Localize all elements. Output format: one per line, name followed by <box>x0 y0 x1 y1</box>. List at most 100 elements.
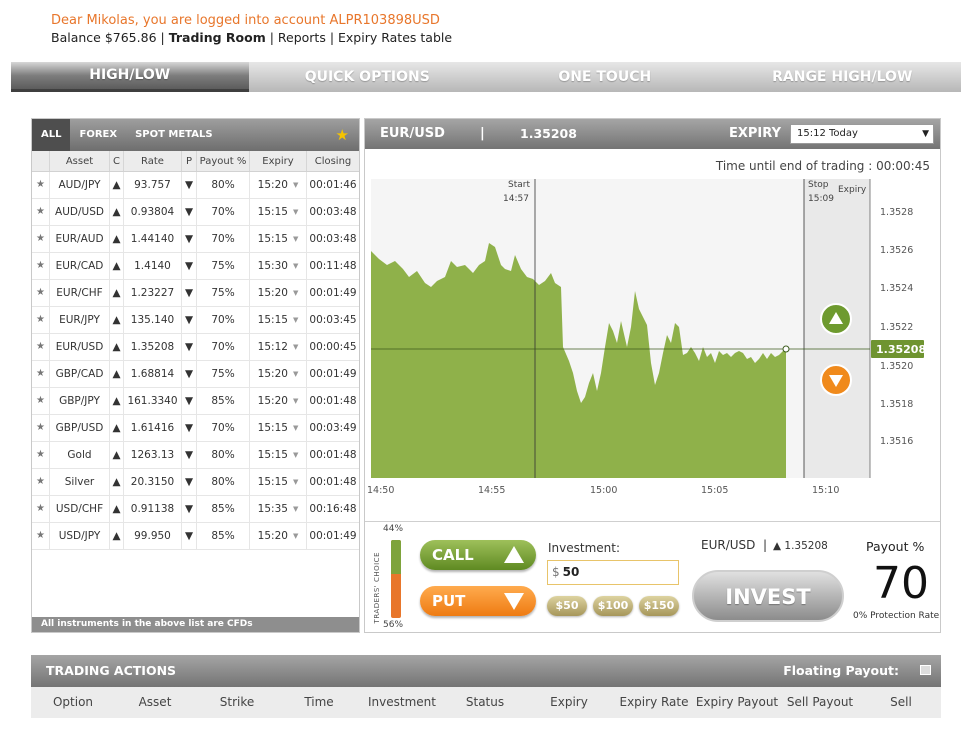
put-arrow-icon[interactable]: ▼ <box>182 253 197 279</box>
call-button[interactable]: CALL <box>420 540 536 570</box>
asset-tab-all[interactable]: ALL <box>32 119 71 151</box>
put-arrow-icon[interactable]: ▼ <box>182 496 197 522</box>
table-row[interactable]: ★ GBP/JPY ▲ 161.3340 ▼ 85% 15:20 ▼ 00:01:48 <box>32 388 359 415</box>
investment-input[interactable]: $50 <box>547 560 679 585</box>
star-icon[interactable]: ★ <box>32 388 50 414</box>
chart-call-button[interactable] <box>820 303 852 335</box>
table-row[interactable]: ★ GBP/CAD ▲ 1.68814 ▼ 75% 15:20 ▼ 00:01:49 <box>32 361 359 388</box>
asset-expiry-select[interactable]: 15:15 ▼ <box>250 307 307 333</box>
call-arrow-icon[interactable]: ▲ <box>110 253 124 279</box>
asset-expiry-select[interactable]: 15:20 ▼ <box>250 361 307 387</box>
put-arrow-icon[interactable]: ▼ <box>182 199 197 225</box>
table-row[interactable]: ★ GBP/USD ▲ 1.61416 ▼ 70% 15:15 ▼ 00:03:49 <box>32 415 359 442</box>
call-arrow-icon[interactable]: ▲ <box>110 523 124 549</box>
put-arrow-icon[interactable]: ▼ <box>182 442 197 468</box>
asset-expiry-select[interactable]: 15:15 ▼ <box>250 199 307 225</box>
table-row[interactable]: ★ EUR/JPY ▲ 135.140 ▼ 70% 15:15 ▼ 00:03:45 <box>32 307 359 334</box>
tab-range-high-low[interactable]: RANGE HIGH/LOW <box>724 62 962 92</box>
asset-expiry-select[interactable]: 15:12 ▼ <box>250 334 307 360</box>
star-icon[interactable]: ★ <box>32 307 50 333</box>
asset-expiry-select[interactable]: 15:35 ▼ <box>250 496 307 522</box>
asset-payout: 70% <box>197 415 250 441</box>
quick-amount-100[interactable]: $100 <box>593 596 633 616</box>
put-arrow-icon[interactable]: ▼ <box>182 307 197 333</box>
quick-amount-50[interactable]: $50 <box>547 596 587 616</box>
asset-tab-forex[interactable]: FOREX <box>70 119 126 151</box>
tab-high-low[interactable]: HIGH/LOW <box>11 62 249 92</box>
table-row[interactable]: ★ EUR/CAD ▲ 1.4140 ▼ 75% 15:30 ▼ 00:11:48 <box>32 253 359 280</box>
y-tick: 1.3524 <box>880 283 913 294</box>
table-row[interactable]: ★ USD/JPY ▲ 99.950 ▼ 85% 15:20 ▼ 00:01:49 <box>32 523 359 550</box>
asset-expiry-select[interactable]: 15:15 ▼ <box>250 442 307 468</box>
call-arrow-icon[interactable]: ▲ <box>110 280 124 306</box>
star-icon[interactable]: ★ <box>32 172 50 198</box>
call-arrow-icon[interactable]: ▲ <box>110 226 124 252</box>
asset-expiry-select[interactable]: 15:20 ▼ <box>250 172 307 198</box>
asset-expiry-select[interactable]: 15:20 ▼ <box>250 388 307 414</box>
star-icon[interactable]: ★ <box>32 415 50 441</box>
call-arrow-icon[interactable]: ▲ <box>110 199 124 225</box>
put-arrow-icon[interactable]: ▼ <box>182 388 197 414</box>
star-icon[interactable]: ★ <box>32 442 50 468</box>
put-arrow-icon[interactable]: ▼ <box>182 469 197 495</box>
put-arrow-icon[interactable]: ▼ <box>182 280 197 306</box>
tab-quick-options[interactable]: QUICK OPTIONS <box>249 62 487 92</box>
call-arrow-icon[interactable]: ▲ <box>110 496 124 522</box>
star-icon[interactable]: ★ <box>32 199 50 225</box>
star-icon[interactable]: ★ <box>32 334 50 360</box>
star-icon[interactable]: ★ <box>32 496 50 522</box>
table-row[interactable]: ★ EUR/CHF ▲ 1.23227 ▼ 75% 15:20 ▼ 00:01:49 <box>32 280 359 307</box>
asset-payout: 70% <box>197 334 250 360</box>
put-arrow-icon[interactable]: ▼ <box>182 523 197 549</box>
call-arrow-icon[interactable]: ▲ <box>110 361 124 387</box>
put-arrow-icon[interactable]: ▼ <box>182 334 197 360</box>
asset-expiry-select[interactable]: 15:15 ▼ <box>250 226 307 252</box>
tab-one-touch[interactable]: ONE TOUCH <box>486 62 724 92</box>
put-arrow-icon[interactable]: ▼ <box>182 415 197 441</box>
arrow-down-icon <box>504 593 524 610</box>
table-row[interactable]: ★ EUR/USD ▲ 1.35208 ▼ 70% 15:12 ▼ 00:00:45 <box>32 334 359 361</box>
asset-payout: 80% <box>197 442 250 468</box>
put-arrow-icon[interactable]: ▼ <box>182 226 197 252</box>
call-arrow-icon[interactable]: ▲ <box>110 334 124 360</box>
asset-closing: 00:03:48 <box>309 206 357 218</box>
put-arrow-icon[interactable]: ▼ <box>182 361 197 387</box>
star-icon[interactable]: ★ <box>32 280 50 306</box>
table-row[interactable]: ★ AUD/JPY ▲ 93.757 ▼ 80% 15:20 ▼ 00:01:46 <box>32 172 359 199</box>
star-icon[interactable]: ★ <box>32 361 50 387</box>
call-arrow-icon[interactable]: ▲ <box>110 307 124 333</box>
favorites-star-icon[interactable]: ★ <box>336 126 349 144</box>
asset-expiry-select[interactable]: 15:15 ▼ <box>250 469 307 495</box>
call-arrow-icon[interactable]: ▲ <box>110 442 124 468</box>
table-row[interactable]: ★ EUR/AUD ▲ 1.44140 ▼ 70% 15:15 ▼ 00:03:48 <box>32 226 359 253</box>
table-row[interactable]: ★ Gold ▲ 1263.13 ▼ 80% 15:15 ▼ 00:01:48 <box>32 442 359 469</box>
expiry-select[interactable]: 15:12 Today ▼ <box>790 124 934 144</box>
star-icon[interactable]: ★ <box>32 253 50 279</box>
trading-room-link[interactable]: Trading Room <box>169 30 266 45</box>
call-arrow-icon[interactable]: ▲ <box>110 415 124 441</box>
table-row[interactable]: ★ AUD/USD ▲ 0.93804 ▼ 70% 15:15 ▼ 00:03:48 <box>32 199 359 226</box>
chart-put-button[interactable] <box>820 364 852 396</box>
call-arrow-icon[interactable]: ▲ <box>110 388 124 414</box>
star-icon[interactable]: ★ <box>32 469 50 495</box>
put-arrow-icon[interactable]: ▼ <box>182 172 197 198</box>
asset-table-header: Asset C Rate P Payout % Expiry Closing <box>32 151 359 172</box>
put-button[interactable]: PUT <box>420 586 536 616</box>
asset-expiry-select[interactable]: 15:30 ▼ <box>250 253 307 279</box>
reports-link[interactable]: Reports <box>278 30 326 45</box>
quick-amount-150[interactable]: $150 <box>639 596 679 616</box>
star-icon[interactable]: ★ <box>32 523 50 549</box>
invest-button[interactable]: INVEST <box>692 570 844 622</box>
asset-expiry-select[interactable]: 15:15 ▼ <box>250 415 307 441</box>
call-arrow-icon[interactable]: ▲ <box>110 469 124 495</box>
star-icon[interactable]: ★ <box>32 226 50 252</box>
asset-expiry-select[interactable]: 15:20 ▼ <box>250 280 307 306</box>
window-icon[interactable] <box>920 665 931 675</box>
call-arrow-icon[interactable]: ▲ <box>110 172 124 198</box>
table-row[interactable]: ★ Silver ▲ 20.3150 ▼ 80% 15:15 ▼ 00:01:48 <box>32 469 359 496</box>
asset-tab-spot-metals[interactable]: SPOT METALS <box>126 119 221 151</box>
table-row[interactable]: ★ USD/CHF ▲ 0.91138 ▼ 85% 15:35 ▼ 00:16:48 <box>32 496 359 523</box>
chevron-down-icon: ▼ <box>292 505 299 513</box>
expiry-rates-link[interactable]: Expiry Rates table <box>338 30 452 45</box>
asset-expiry-select[interactable]: 15:20 ▼ <box>250 523 307 549</box>
